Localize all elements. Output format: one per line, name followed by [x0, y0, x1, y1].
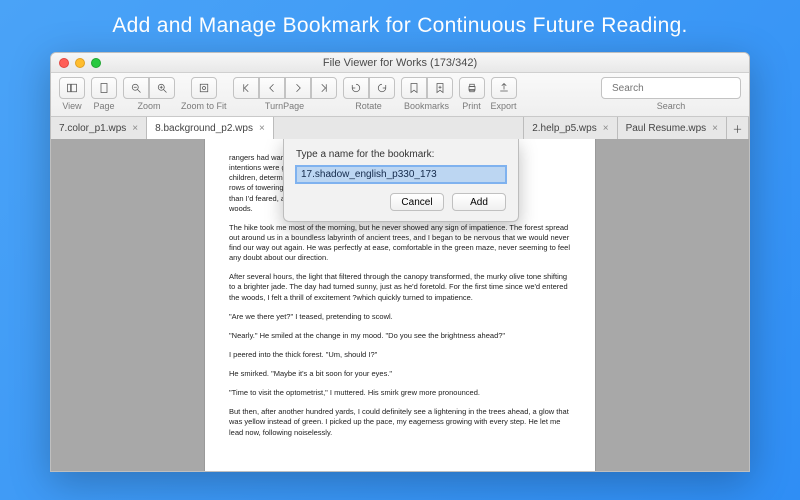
bookmark-dialog: Type a name for the bookmark: Cancel Add: [283, 139, 519, 222]
last-page-button[interactable]: [311, 77, 337, 99]
bookmark-dialog-prompt: Type a name for the bookmark:: [296, 149, 506, 160]
first-page-button[interactable]: [233, 77, 259, 99]
search-field[interactable]: [601, 77, 741, 99]
toolbar-group-export: Export: [491, 77, 517, 111]
toolbar-group-zoom-to-fit: Zoom to Fit: [181, 77, 227, 111]
zoom-window-button[interactable]: [91, 58, 101, 68]
new-tab-button[interactable]: ＋: [727, 117, 749, 139]
search-input[interactable]: [612, 83, 744, 94]
export-button[interactable]: [491, 77, 517, 99]
bookmark-name-input[interactable]: [296, 166, 506, 183]
view-button[interactable]: [59, 77, 85, 99]
window-title: File Viewer for Works (173/342): [51, 53, 749, 73]
bookmarks-list-button[interactable]: [401, 77, 427, 99]
page-button[interactable]: [91, 77, 117, 99]
toolbar-group-bookmarks: Bookmarks: [401, 77, 453, 111]
toolbar-group-zoom: Zoom: [123, 77, 175, 111]
print-button[interactable]: [459, 77, 485, 99]
cancel-button[interactable]: Cancel: [390, 193, 444, 211]
document-tab[interactable]: 8.background_p2.wps×: [147, 117, 274, 139]
document-tab[interactable]: [274, 117, 524, 139]
app-window: File Viewer for Works (173/342) View Pag…: [50, 52, 750, 472]
document-tab[interactable]: 2.help_p5.wps×: [524, 117, 617, 139]
traffic-lights: [59, 58, 101, 68]
toolbar: View Page Zoom Zoom to Fit: [51, 73, 749, 117]
toolbar-group-search: Search: [601, 77, 741, 111]
document-tab[interactable]: Paul Resume.wps×: [618, 117, 727, 139]
zoom-to-fit-button[interactable]: [191, 77, 217, 99]
prev-page-button[interactable]: [259, 77, 285, 99]
add-bookmark-button[interactable]: [427, 77, 453, 99]
hero-caption: Add and Manage Bookmark for Continuous F…: [0, 0, 800, 48]
toolbar-group-rotate: Rotate: [343, 77, 395, 111]
close-tab-icon[interactable]: ×: [132, 123, 138, 134]
add-button[interactable]: Add: [452, 193, 506, 211]
zoom-in-button[interactable]: [149, 77, 175, 99]
titlebar: File Viewer for Works (173/342): [51, 53, 749, 73]
document-viewport[interactable]: rangers had warned us that the trail was…: [51, 139, 749, 471]
toolbar-group-view: View: [59, 77, 85, 111]
close-tab-icon[interactable]: ×: [259, 123, 265, 134]
close-tab-icon[interactable]: ×: [712, 123, 718, 134]
document-tab[interactable]: 7.color_p1.wps×: [51, 117, 147, 139]
rotate-right-button[interactable]: [369, 77, 395, 99]
tabbar: 7.color_p1.wps× 8.background_p2.wps× 2.h…: [51, 117, 749, 139]
toolbar-group-page: Page: [91, 77, 117, 111]
close-tab-icon[interactable]: ×: [603, 123, 609, 134]
close-window-button[interactable]: [59, 58, 69, 68]
next-page-button[interactable]: [285, 77, 311, 99]
toolbar-group-print: Print: [459, 77, 485, 111]
minimize-window-button[interactable]: [75, 58, 85, 68]
rotate-left-button[interactable]: [343, 77, 369, 99]
toolbar-group-turnpage: TurnPage: [233, 77, 337, 111]
zoom-out-button[interactable]: [123, 77, 149, 99]
